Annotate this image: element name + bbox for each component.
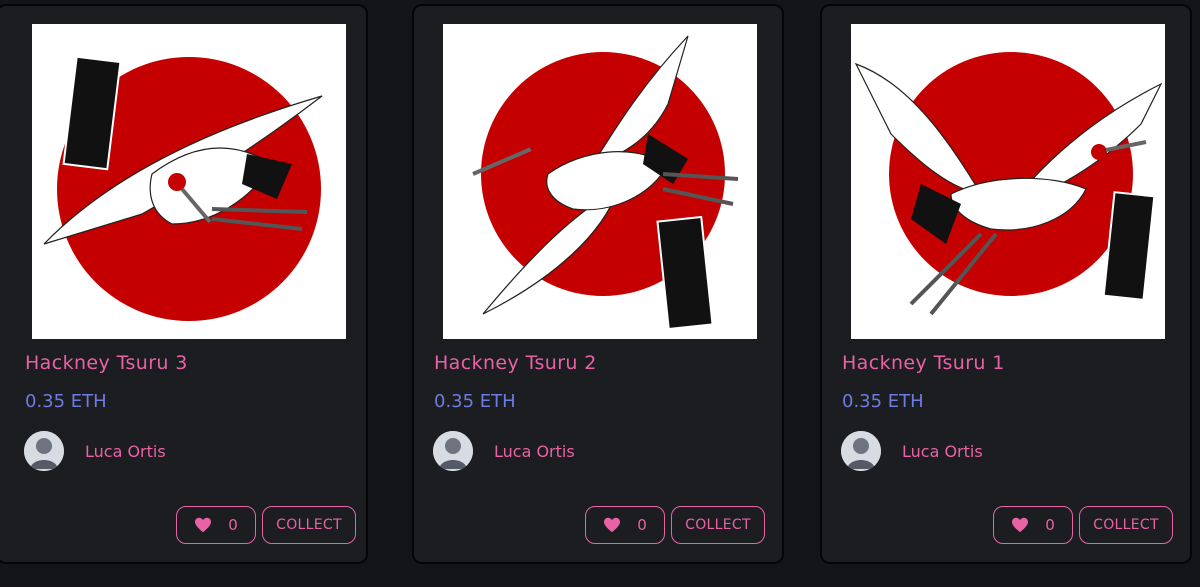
nft-artwork-image[interactable] [32, 24, 346, 339]
nft-price: 0.35 ETH [25, 391, 107, 412]
nft-grid: Hackney Tsuru 3 0.35 ETH Luca Ortis 0 CO… [0, 0, 1200, 587]
creator-name[interactable]: Luca Ortis [902, 442, 983, 461]
nft-card[interactable]: Hackney Tsuru 1 0.35 ETH Luca Ortis 0 CO… [820, 4, 1192, 564]
nft-card[interactable]: Hackney Tsuru 3 0.35 ETH Luca Ortis 0 CO… [0, 4, 368, 564]
nft-title[interactable]: Hackney Tsuru 2 [434, 352, 597, 374]
nft-price: 0.35 ETH [434, 391, 516, 412]
like-button[interactable]: 0 [176, 506, 256, 544]
avatar-icon [24, 431, 64, 471]
collect-button[interactable]: COLLECT [262, 506, 356, 544]
creator-avatar[interactable] [433, 431, 473, 471]
crane-artwork-icon [851, 24, 1165, 339]
nft-artwork-image[interactable] [443, 24, 757, 339]
heart-icon [195, 517, 212, 533]
collect-button[interactable]: COLLECT [1079, 506, 1173, 544]
like-count: 0 [1045, 516, 1055, 534]
nft-title[interactable]: Hackney Tsuru 1 [842, 352, 1005, 374]
creator-avatar[interactable] [841, 431, 881, 471]
like-count: 0 [228, 516, 238, 534]
creator-name[interactable]: Luca Ortis [85, 442, 166, 461]
nft-price: 0.35 ETH [842, 391, 924, 412]
heart-icon [1012, 517, 1029, 533]
like-count: 0 [637, 516, 647, 534]
like-button[interactable]: 0 [993, 506, 1073, 544]
avatar-icon [841, 431, 881, 471]
crane-artwork-icon [443, 24, 757, 339]
avatar-icon [433, 431, 473, 471]
creator-avatar[interactable] [24, 431, 64, 471]
collect-button[interactable]: COLLECT [671, 506, 765, 544]
creator-name[interactable]: Luca Ortis [494, 442, 575, 461]
crane-artwork-icon [32, 24, 346, 339]
nft-artwork-image[interactable] [851, 24, 1165, 339]
nft-card[interactable]: Hackney Tsuru 2 0.35 ETH Luca Ortis 0 CO… [412, 4, 784, 564]
like-button[interactable]: 0 [585, 506, 665, 544]
heart-icon [604, 517, 621, 533]
nft-title[interactable]: Hackney Tsuru 3 [25, 352, 188, 374]
